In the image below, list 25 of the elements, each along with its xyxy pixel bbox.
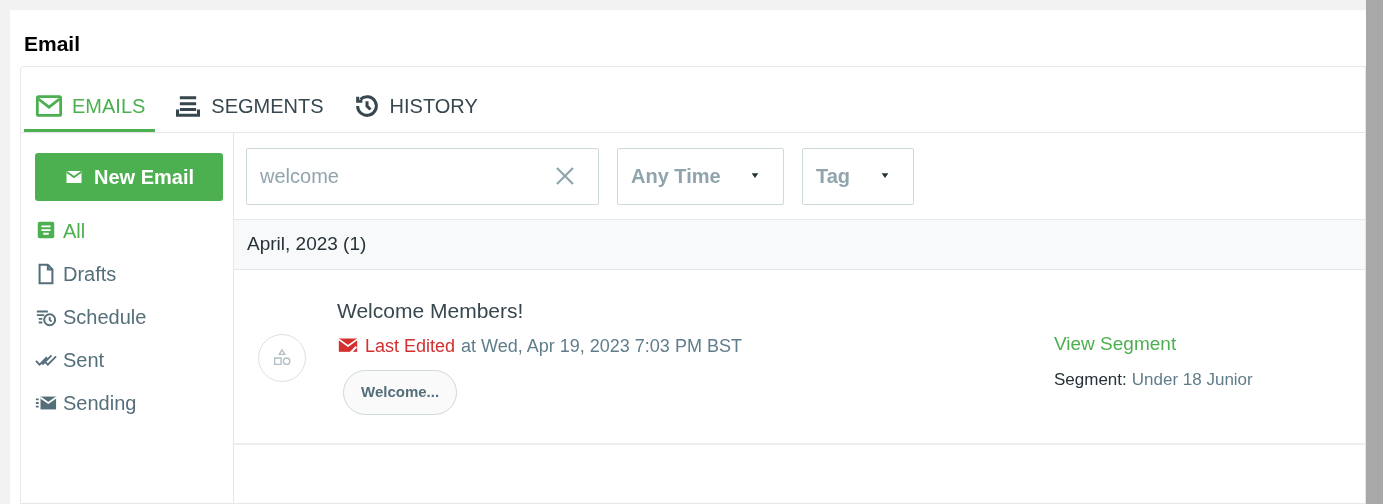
email-title[interactable]: Welcome Members!	[337, 295, 1054, 327]
sidebar-item[interactable]: Schedule	[35, 299, 233, 335]
tag-chip[interactable]: Welcome...	[343, 369, 458, 415]
timestamp: at Wed, Apr 19, 2023 7:03 PM BST	[461, 334, 742, 358]
search-field[interactable]: welcome	[246, 147, 599, 205]
tab[interactable]: EMAILS	[24, 82, 156, 132]
sidebar-item[interactable]: All	[35, 213, 233, 249]
view-segment-link[interactable]: View Segment	[1054, 330, 1253, 359]
new-email-button[interactable]: New Email	[35, 153, 223, 201]
group-heading: April, 2023 (1)	[247, 232, 367, 257]
caret-icon	[879, 172, 891, 180]
tab[interactable]: HISTORY	[341, 82, 488, 132]
tab[interactable]: SEGMENTS	[163, 82, 334, 132]
status-label: Last Edited	[365, 334, 456, 358]
dropdown[interactable]: Any Time	[617, 147, 784, 205]
sidebar-item[interactable]: Sent	[35, 342, 233, 378]
segment-label: Segment:	[1054, 368, 1127, 391]
sidebar-item[interactable]: Sending	[35, 385, 233, 421]
scrollbar[interactable]	[1366, 0, 1383, 504]
page-title: Email	[24, 31, 81, 57]
sidebar-item[interactable]: Drafts	[35, 256, 233, 292]
envelope-icon	[63, 168, 84, 186]
segment-name: Under 18 Junior	[1131, 368, 1253, 391]
caret-icon	[749, 172, 761, 180]
dropdown[interactable]: Tag	[802, 147, 914, 205]
